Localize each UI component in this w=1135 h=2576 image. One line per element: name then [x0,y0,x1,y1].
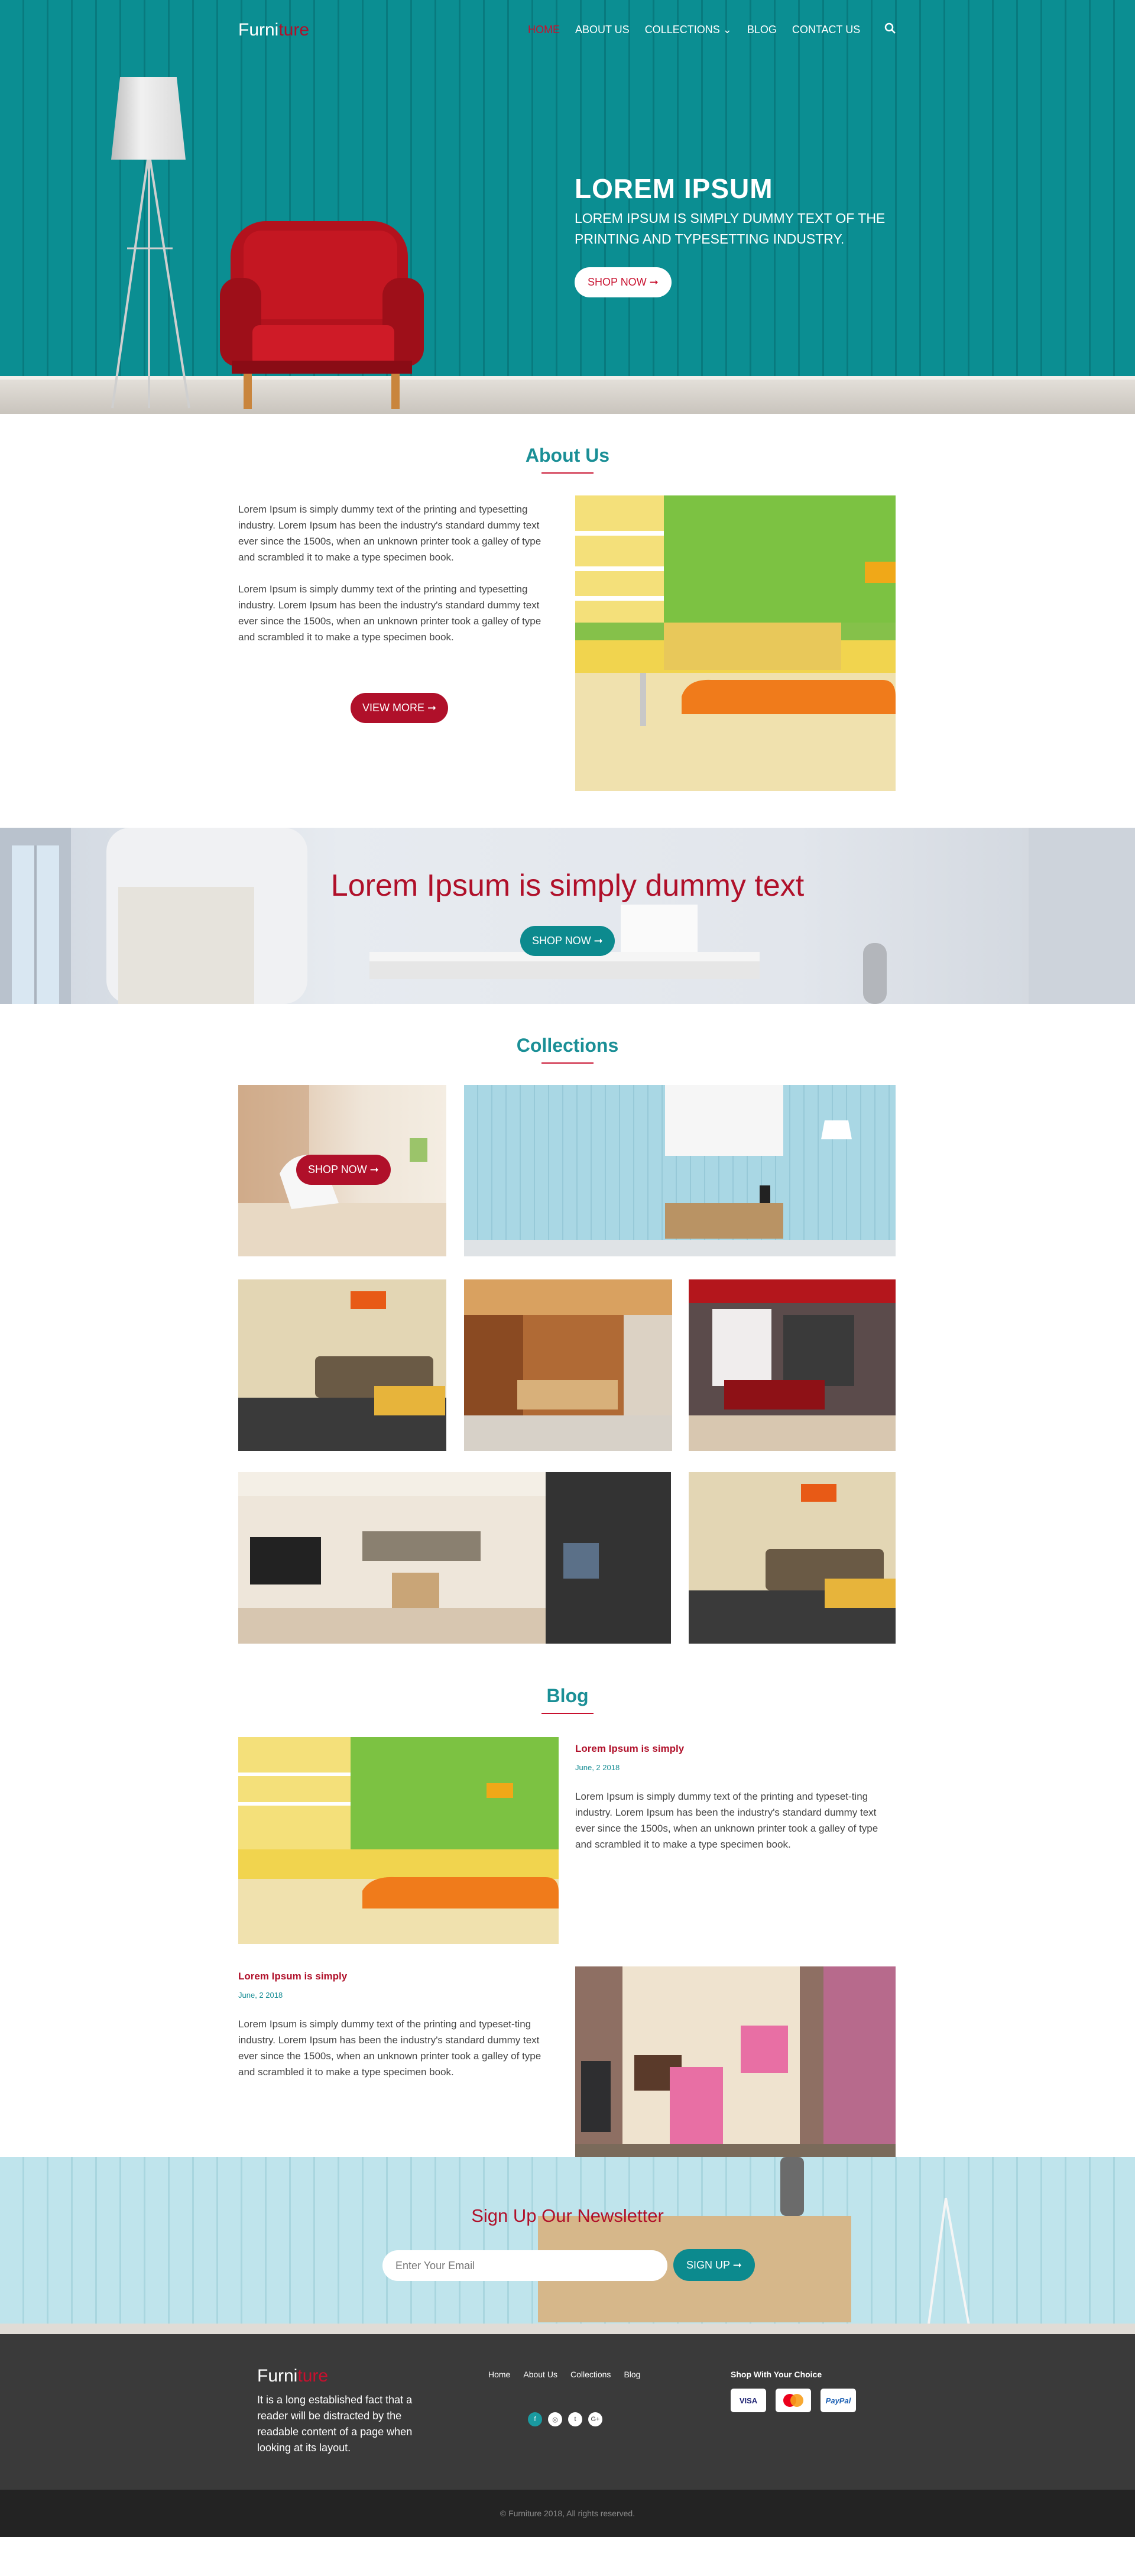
blog-post-date: June, 2 2018 [238,1991,283,2000]
collection-tile-brown-sofa[interactable] [238,1279,446,1451]
chevron-down-icon: ⌄ [722,24,732,35]
collection-tile-brown-sofa-2[interactable] [689,1472,896,1644]
about-title: About Us [0,414,1135,474]
collection-tile-lounge-chair[interactable]: SHOP NOW ➞ [238,1085,446,1256]
collection-tile-red-room[interactable] [689,1279,896,1451]
mastercard-icon [776,2389,811,2412]
blog-title: Blog [0,1654,1135,1714]
footer-link-about[interactable]: About Us [523,2370,557,2379]
social-links: f ◎ t G+ [528,2412,602,2426]
newsletter-background-image [0,2157,1135,2334]
blog-image-green-room[interactable] [238,1737,559,1944]
armchair-image [220,221,424,409]
collections-title: Collections [0,1004,1135,1064]
view-more-button[interactable]: VIEW MORE ➞ [351,693,449,723]
google-plus-icon[interactable]: G+ [588,2412,602,2426]
sign-up-button[interactable]: SIGN UP ➞ [673,2249,755,2281]
hero-title: LOREM IPSUM [575,173,773,204]
footer-logo[interactable]: Furniture [257,2366,328,2386]
collection-tile-wood-lounge[interactable] [464,1279,672,1451]
main-menu: HOME ABOUT US COLLECTIONS ⌄ BLOG CONTACT… [528,24,860,36]
facebook-icon[interactable]: f [528,2412,542,2426]
about-paragraph-2: Lorem Ipsum is simply dummy text of the … [238,584,541,643]
collection-tile-kitchen[interactable] [238,1472,671,1644]
footer-link-blog[interactable]: Blog [624,2370,640,2379]
paypal-icon: PayPal [821,2389,856,2412]
newsletter-title: Sign Up Our Newsletter [471,2205,664,2226]
blog-post-title[interactable]: Lorem Ipsum is simply [238,1971,560,1982]
top-navigation: Furniture HOME ABOUT US COLLECTIONS ⌄ BL… [0,0,1135,59]
nav-about[interactable]: ABOUT US [575,24,630,36]
blog-post-title[interactable]: Lorem Ipsum is simply [575,1743,897,1755]
about-text: Lorem Ipsum is simply dummy text of the … [238,501,549,645]
footer-link-collections[interactable]: Collections [570,2370,611,2379]
footer-links: Home About Us Collections Blog [488,2370,640,2379]
blog-post-date: June, 2 2018 [575,1763,620,1772]
about-living-room-image [575,495,896,791]
footer-about-text: It is a long established fact that a rea… [257,2394,413,2454]
banner-shop-now-button[interactable]: SHOP NOW ➞ [520,926,615,956]
footer: Furniture It is a long established fact … [0,2334,1135,2490]
hero-shop-now-button[interactable]: SHOP NOW ➞ [575,267,672,297]
nav-contact[interactable]: CONTACT US [792,24,860,36]
banner-heading: Lorem Ipsum is simply dummy text [330,869,805,903]
copyright: © Furniture 2018, All rights reserved. [0,2490,1135,2537]
nav-blog[interactable]: BLOG [747,24,777,36]
payment-title: Shop With Your Choice [731,2370,822,2379]
blog-image-study-room[interactable] [575,1966,896,2173]
hero-text: LOREM IPSUM LOREM IPSUM IS SIMPLY DUMMY … [575,173,906,297]
blog-section: Blog Lorem Ipsum is simply June, 2 2018 … [0,1654,1135,2173]
hero-subtitle: LOREM IPSUM IS SIMPLY DUMMY TEXT OF THE … [575,210,886,247]
collections-shop-now-button[interactable]: SHOP NOW ➞ [296,1155,391,1185]
hero-section: Furniture HOME ABOUT US COLLECTIONS ⌄ BL… [0,0,1135,414]
collection-tile-blue-sideboard[interactable] [464,1085,896,1256]
search-icon[interactable] [884,22,896,34]
footer-link-home[interactable]: Home [488,2370,510,2379]
promo-banner: Lorem Ipsum is simply dummy text SHOP NO… [0,828,1135,1004]
payment-methods: VISA PayPal [731,2389,856,2412]
email-input[interactable] [382,2250,667,2281]
blog-post-text: Lorem Ipsum is simply dummy text of the … [238,2018,541,2078]
site-logo[interactable]: Furniture [238,20,309,40]
instagram-icon[interactable]: ◎ [548,2412,562,2426]
banner-background-image [0,828,1135,1004]
newsletter-section: Sign Up Our Newsletter SIGN UP ➞ [0,2157,1135,2334]
blog-post-1: Lorem Ipsum is simply June, 2 2018 Lorem… [575,1743,897,1852]
about-section: About Us Lorem Ipsum is simply dummy tex… [0,414,1135,828]
about-paragraph-1: Lorem Ipsum is simply dummy text of the … [238,504,541,563]
nav-collections[interactable]: COLLECTIONS ⌄ [645,24,732,36]
visa-icon: VISA [731,2389,766,2412]
collections-section: Collections SHOP NOW ➞ [0,1004,1135,1654]
blog-post-text: Lorem Ipsum is simply dummy text of the … [575,1791,878,1850]
nav-home[interactable]: HOME [528,24,560,36]
twitter-icon[interactable]: t [568,2412,582,2426]
blog-post-2: Lorem Ipsum is simply June, 2 2018 Lorem… [238,1971,560,2080]
